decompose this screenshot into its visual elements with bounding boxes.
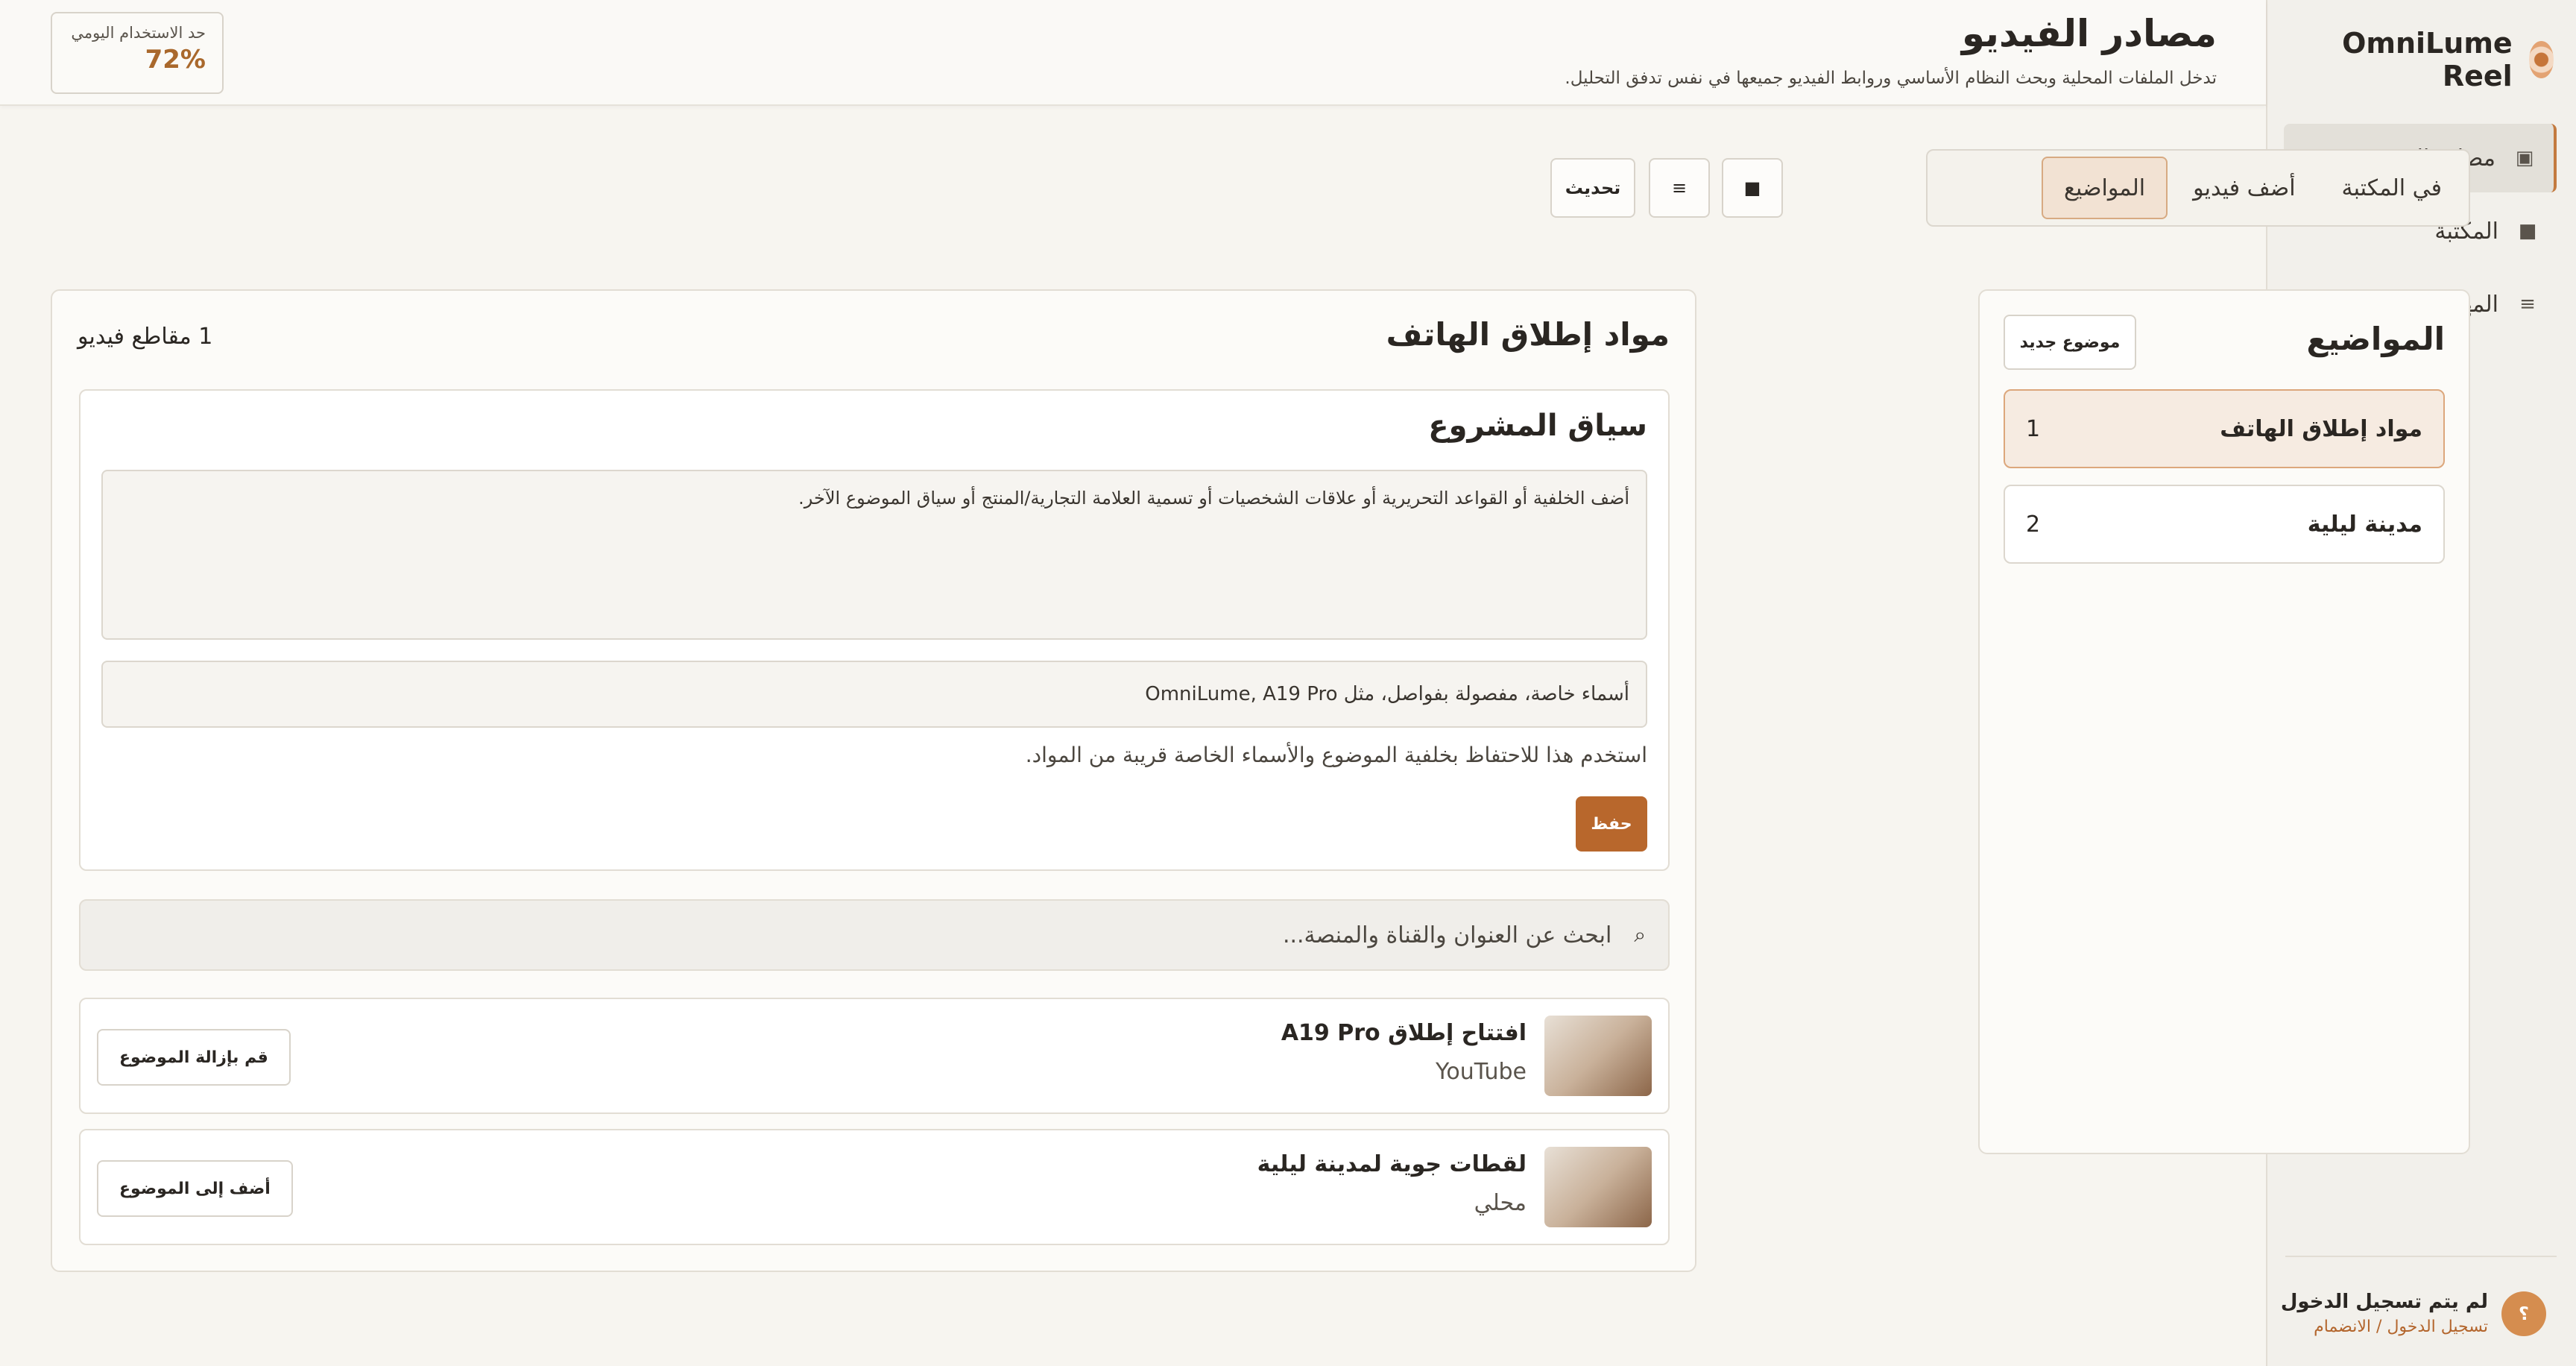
- page-header: مصادر الفيديو تدخل الملفات المحلية وبحث …: [0, 0, 2266, 106]
- project-context-card: سياق المشروع أضف الخلفية أو القواعد التح…: [79, 389, 1670, 871]
- special-names-input[interactable]: أسماء خاصة، مفصولة بفواصل، مثل OmniLume,…: [101, 661, 1647, 728]
- video-row[interactable]: لقطات جوية لمدينة ليلية محلي أضف إلى الم…: [79, 1129, 1670, 1245]
- user-panel[interactable]: ؟ لم يتم تسجيل الدخول تسجيل الدخول / الا…: [2281, 1291, 2546, 1336]
- quota-label: حد الاستخدام اليومي: [71, 24, 206, 42]
- quota-value: 72%: [145, 45, 206, 75]
- topic-name: مواد إطلاق الهاتف: [2220, 415, 2422, 442]
- tab-add-video[interactable]: أضف فيديو: [2172, 157, 2316, 219]
- topics-title: المواضيع: [2306, 321, 2445, 357]
- login-link[interactable]: تسجيل الدخول / الانضمام: [2281, 1318, 2488, 1336]
- topics-panel: المواضيع موضوع جديد مواد إطلاق الهاتف 1 …: [1978, 289, 2470, 1154]
- remove-from-topic-button[interactable]: قم بإزالة الموضوع: [97, 1029, 291, 1086]
- tab-topics[interactable]: المواضيع: [2041, 157, 2168, 219]
- grid-view-button[interactable]: ■: [1722, 158, 1783, 218]
- topic-title: مواد إطلاق الهاتف: [1386, 316, 1670, 353]
- context-textarea[interactable]: أضف الخلفية أو القواعد التحريرية أو علاق…: [101, 470, 1647, 640]
- save-button[interactable]: حفظ: [1576, 796, 1647, 852]
- context-hint: استخدم هذا للاحتفاظ بخلفية الموضوع والأس…: [1025, 743, 1647, 767]
- video-source: محلي: [1474, 1190, 1527, 1216]
- library-icon: ■: [2518, 220, 2537, 242]
- page-subtitle: تدخل الملفات المحلية وبحث النظام الأساسي…: [1565, 69, 2217, 88]
- video-row[interactable]: افتتاح إطلاق A19 Pro YouTube قم بإزالة ا…: [79, 998, 1670, 1114]
- topic-count: 1: [2026, 415, 2041, 442]
- sidebar-divider: [2285, 1256, 2557, 1257]
- video-title: لقطات جوية لمدينة ليلية: [1257, 1151, 1527, 1177]
- search-input[interactable]: ⌕ ابحث عن العنوان والقناة والمنصة...: [79, 899, 1670, 971]
- search-icon: ⌕: [1634, 922, 1646, 947]
- video-source: YouTube: [1436, 1059, 1527, 1085]
- user-status: لم يتم تسجيل الدخول: [2280, 1291, 2488, 1313]
- topic-item[interactable]: مواد إطلاق الهاتف 1: [2004, 389, 2445, 468]
- topic-name: مدينة ليلية: [2307, 511, 2422, 538]
- brand-logo-icon: [2528, 41, 2554, 78]
- tab-in-library[interactable]: في المكتبة: [2321, 157, 2463, 219]
- list-icon: ≡: [1671, 177, 1688, 198]
- video-sources-icon: ▣: [2515, 147, 2534, 169]
- context-title: سياق المشروع: [1428, 409, 1647, 443]
- grid-icon: ■: [1743, 177, 1761, 198]
- topic-detail-panel: مواد إطلاق الهاتف 1 مقاطع فيديو سياق الم…: [51, 289, 1696, 1272]
- refresh-button[interactable]: تحديث: [1550, 158, 1635, 218]
- avatar: ؟: [2501, 1291, 2546, 1336]
- video-title: افتتاح إطلاق A19 Pro: [1281, 1020, 1527, 1046]
- search-placeholder: ابحث عن العنوان والقناة والمنصة...: [1282, 922, 1612, 948]
- tasks-icon: ≡: [2519, 293, 2536, 315]
- brand[interactable]: OmniLume Reel: [2267, 27, 2554, 92]
- page-title: مصادر الفيديو: [1961, 12, 2217, 55]
- video-thumbnail[interactable]: [1544, 1016, 1652, 1096]
- view-tabs: في المكتبة أضف فيديو المواضيع: [1926, 149, 2470, 227]
- topic-item[interactable]: مدينة ليلية 2: [2004, 485, 2445, 564]
- topic-count: 2: [2026, 511, 2041, 538]
- brand-name: OmniLume Reel: [2342, 27, 2513, 92]
- clip-count: 1 مقاطع فيديو: [78, 324, 213, 350]
- usage-quota: حد الاستخدام اليومي 72%: [51, 12, 224, 94]
- add-to-topic-button[interactable]: أضف إلى الموضوع: [97, 1160, 293, 1217]
- list-view-button[interactable]: ≡: [1649, 158, 1710, 218]
- video-thumbnail[interactable]: [1544, 1147, 1652, 1227]
- new-topic-button[interactable]: موضوع جديد: [2004, 315, 2136, 370]
